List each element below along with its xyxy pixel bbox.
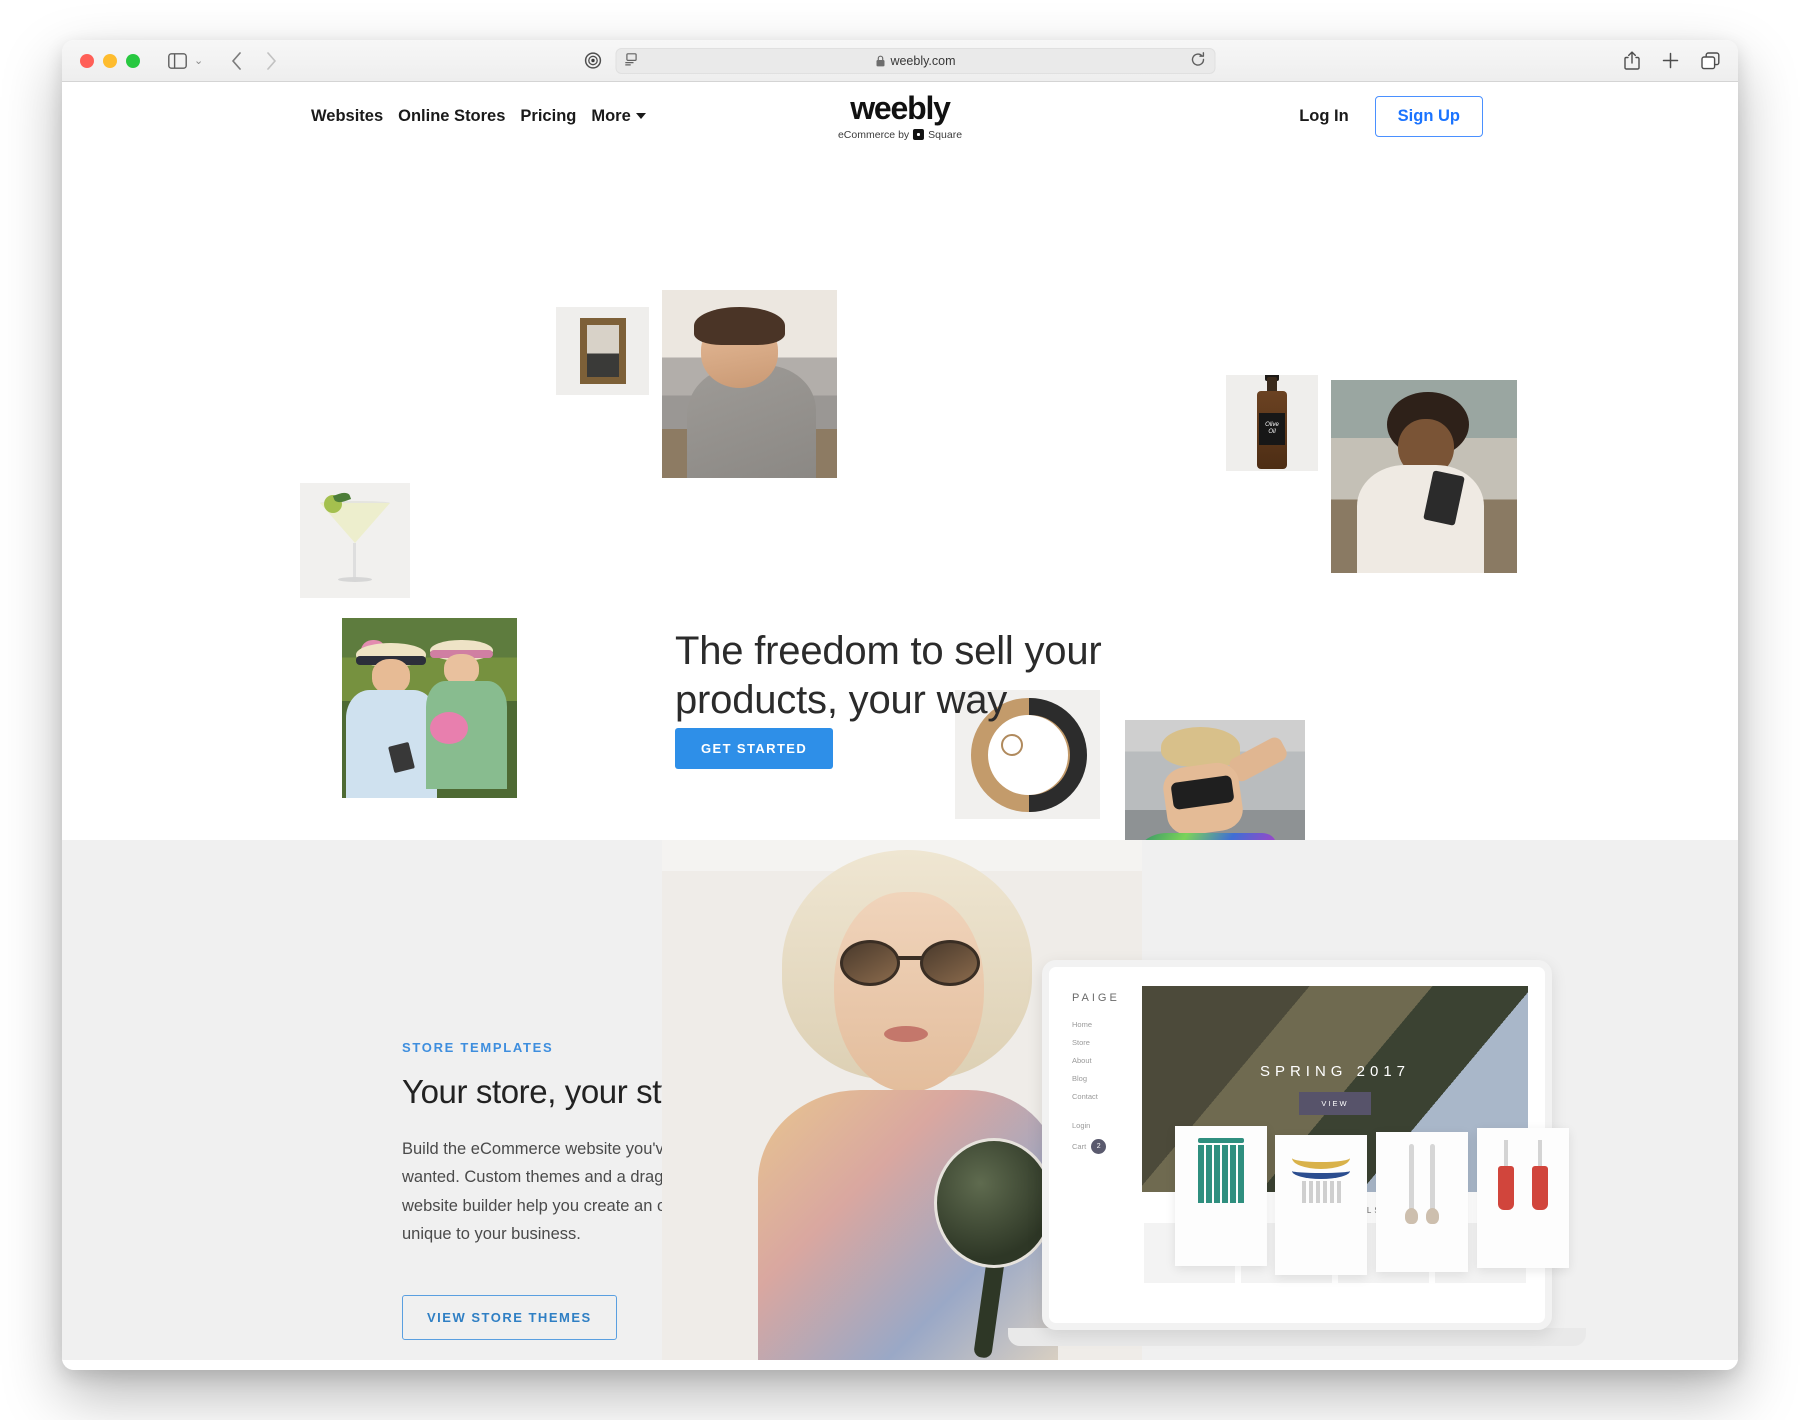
address-bar-group: weebly.com — [584, 47, 1216, 74]
nav-item-pricing[interactable]: Pricing — [520, 107, 576, 126]
cocktail-glass-product-tile — [300, 483, 410, 598]
get-started-button[interactable]: GET STARTED — [675, 728, 834, 769]
cocktail-glass-icon — [320, 490, 390, 589]
gold-blue-bib-necklace-card[interactable] — [1275, 1135, 1367, 1275]
logo-tagline: eCommerce by Square — [838, 129, 962, 141]
forward-arrow-icon[interactable] — [266, 51, 277, 70]
weebly-logo[interactable]: weebly eCommerce by Square — [838, 92, 962, 141]
log-in-link[interactable]: Log In — [1299, 107, 1348, 126]
preview-login-link[interactable]: Login — [1072, 1121, 1142, 1130]
sidebar-chevron-down-icon[interactable]: ⌄ — [194, 54, 203, 67]
store-templates-section: STORE TEMPLATES Your store, your style B… — [62, 840, 1738, 1360]
reader-view-icon[interactable] — [625, 52, 639, 69]
sunglasses-icon — [840, 940, 980, 986]
nav-item-online-stores[interactable]: Online Stores — [398, 107, 505, 126]
plus-icon[interactable] — [1662, 52, 1679, 69]
woman-with-phone-photo-tile — [1331, 380, 1517, 573]
view-store-themes-button[interactable]: VIEW STORE THEMES — [402, 1295, 617, 1340]
man-portrait-photo-tile — [662, 290, 837, 478]
green-tassel-necklace-card[interactable] — [1175, 1126, 1267, 1266]
preview-nav-links[interactable]: Home Store About Blog Contact — [1072, 1020, 1142, 1101]
preview-cart-label: Cart — [1072, 1142, 1087, 1151]
back-arrow-icon[interactable] — [231, 51, 242, 70]
chevron-down-icon — [635, 112, 646, 119]
preview-hero-title: SPRING 2017 — [1259, 1063, 1411, 1080]
share-icon[interactable] — [1624, 51, 1640, 70]
preview-cart[interactable]: Cart 2 — [1072, 1139, 1142, 1154]
drop-earrings-icon — [1405, 1144, 1439, 1224]
amber-bottle-product-tile: Olive Oil — [1226, 375, 1318, 471]
lock-icon — [875, 55, 885, 67]
privacy-shield-icon[interactable] — [584, 52, 602, 69]
preview-nav-contact[interactable]: Contact — [1072, 1092, 1142, 1101]
nav-item-websites[interactable]: Websites — [311, 107, 383, 126]
square-logo-icon — [913, 129, 925, 140]
reload-icon[interactable] — [1191, 51, 1206, 70]
hero-section: Olive Oil The freedom to sell your produ… — [62, 150, 1738, 945]
close-window-button[interactable] — [80, 53, 94, 68]
long-drop-earrings-card[interactable] — [1376, 1132, 1468, 1272]
sign-up-button[interactable]: Sign Up — [1374, 95, 1483, 137]
preview-nav-store[interactable]: Store — [1072, 1038, 1142, 1047]
preview-brand: PAIGE — [1072, 992, 1120, 1004]
couple-in-garden-photo-tile — [342, 618, 517, 798]
hero-headline: The freedom to sell your products, your … — [675, 628, 1102, 722]
logo-wordmark: weebly — [850, 89, 951, 126]
logo-tagline-before: eCommerce by — [837, 128, 910, 141]
preview-cart-count: 2 — [1091, 1139, 1107, 1154]
browser-toolbar: ⌄ weebly.com — [62, 40, 1738, 82]
nav-item-more-label: More — [591, 106, 631, 125]
framed-mirror-product-tile — [556, 307, 649, 395]
green-tassel-necklace-icon — [1198, 1138, 1244, 1203]
traffic-light-buttons[interactable] — [80, 53, 140, 68]
preview-nav-about[interactable]: About — [1072, 1056, 1142, 1065]
preview-nav-blog[interactable]: Blog — [1072, 1074, 1142, 1083]
preview-hero-view-button[interactable]: VIEW — [1299, 1092, 1371, 1115]
url-bar[interactable]: weebly.com — [615, 47, 1216, 74]
red-tassel-earrings-card[interactable] — [1477, 1128, 1569, 1268]
logo-tagline-after: Square — [928, 128, 963, 141]
show-tabs-icon[interactable] — [1701, 51, 1720, 70]
url-text: weebly.com — [890, 53, 956, 68]
sidebar-toggle-icon[interactable] — [168, 52, 187, 69]
zoom-window-button[interactable] — [126, 53, 140, 68]
red-tassel-earrings-icon — [1498, 1140, 1548, 1210]
preview-sidebar: PAIGE Home Store About Blog Contact Logi… — [1056, 974, 1142, 1316]
bib-necklace-icon — [1292, 1147, 1350, 1203]
preview-nav-home[interactable]: Home — [1072, 1020, 1142, 1029]
framed-mirror-icon — [579, 318, 626, 384]
nav-item-more[interactable]: More — [591, 106, 646, 126]
site-navigation: Websites Online Stores Pricing More weeb… — [62, 82, 1738, 150]
amber-bottle-icon: Olive Oil — [1257, 375, 1287, 469]
minimize-window-button[interactable] — [103, 53, 117, 68]
